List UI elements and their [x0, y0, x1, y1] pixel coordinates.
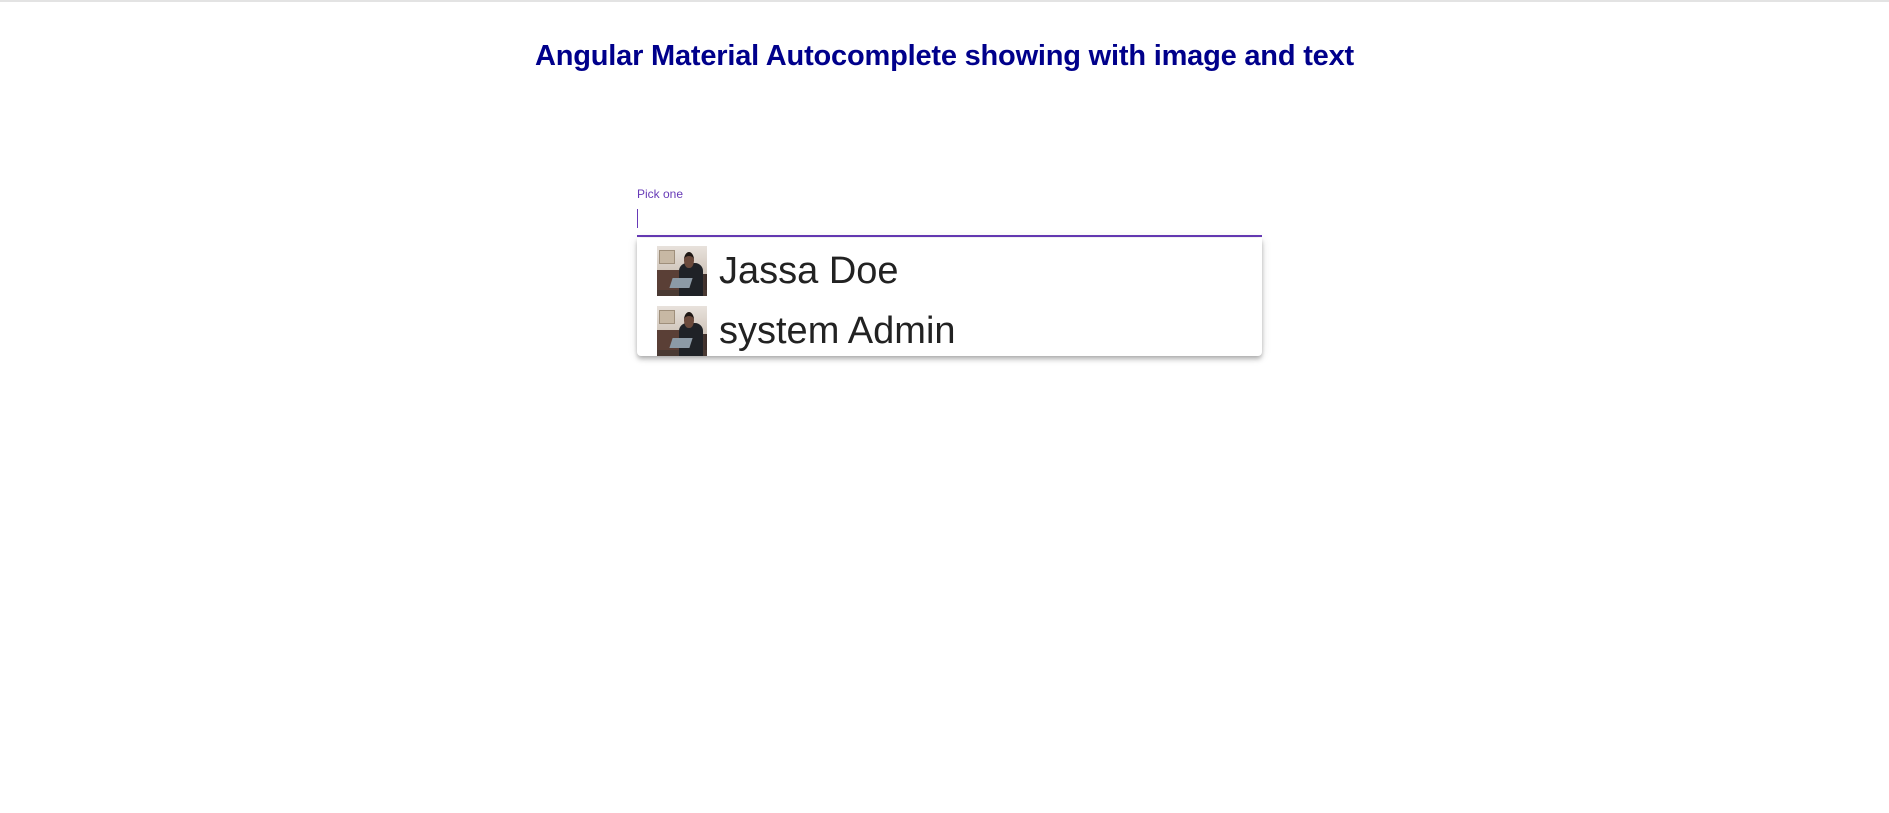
- autocomplete-input[interactable]: [637, 207, 1262, 233]
- user-avatar-icon: [657, 246, 707, 296]
- option-label: Jassa Doe: [719, 250, 899, 292]
- text-caret: [637, 209, 638, 228]
- user-avatar-icon: [657, 306, 707, 356]
- autocomplete-option-jassa-doe[interactable]: Jassa Doe: [637, 241, 1262, 301]
- autocomplete-form-field[interactable]: Pick one: [637, 182, 1262, 238]
- field-underline: [637, 235, 1262, 237]
- page-title: Angular Material Autocomplete showing wi…: [535, 40, 1354, 72]
- autocomplete-panel[interactable]: Jassa Doe system Admin: [637, 238, 1262, 356]
- top-divider: [0, 0, 1889, 2]
- autocomplete-option-system-admin[interactable]: system Admin: [637, 301, 1262, 356]
- field-label: Pick one: [637, 187, 684, 201]
- option-label: system Admin: [719, 310, 956, 352]
